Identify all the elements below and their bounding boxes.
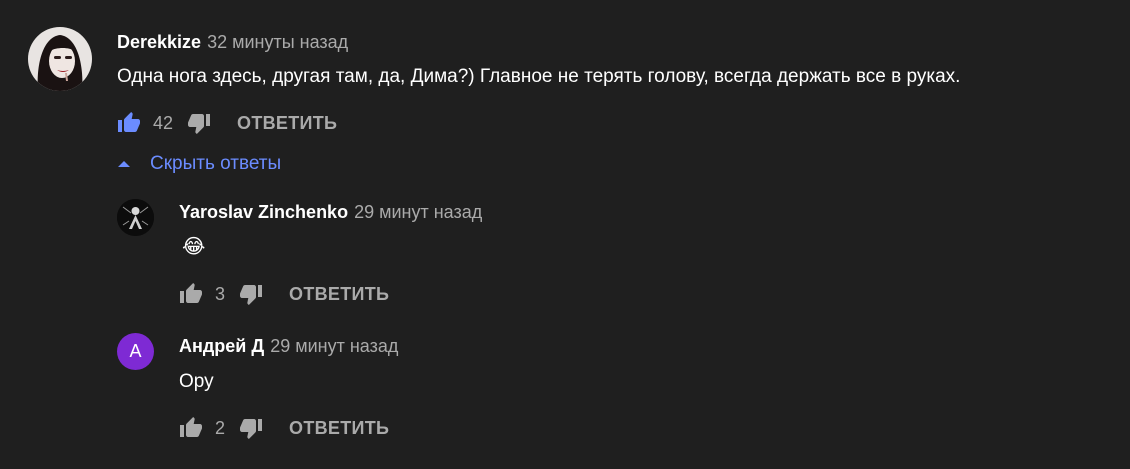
thumbs-down-icon: [240, 419, 263, 439]
like-count: 2: [215, 417, 226, 438]
reply-timestamp[interactable]: 29 минут назад: [270, 336, 398, 356]
comment-timestamp[interactable]: 32 минуты назад: [207, 32, 348, 52]
dislike-button[interactable]: [237, 414, 265, 442]
comments-section: Derekkize 32 минуты назад Одна нога здесь…: [0, 0, 1130, 469]
reply-text: 😂: [182, 236, 206, 258]
reply-button[interactable]: ОТВЕТИТЬ: [289, 418, 389, 439]
reply-button[interactable]: ОТВЕТИТЬ: [289, 284, 389, 305]
reply-text: Ору: [179, 371, 214, 392]
comment-header: Derekkize 32 минуты назад: [117, 31, 348, 53]
author-name[interactable]: Derekkize: [117, 32, 201, 52]
reply-button[interactable]: ОТВЕТИТЬ: [237, 113, 337, 134]
avatar-image-icon: [28, 27, 92, 91]
reply-header: Андрей Д 29 минут назад: [179, 335, 398, 357]
avatar-image-icon: [117, 199, 154, 236]
like-button[interactable]: [115, 109, 143, 137]
like-count: 42: [153, 112, 174, 133]
dislike-button[interactable]: [185, 109, 213, 137]
avatar[interactable]: [28, 27, 92, 91]
thumbs-up-icon: [118, 112, 140, 132]
avatar[interactable]: А: [117, 333, 154, 370]
reply-header: Yaroslav Zinchenko 29 минут назад: [179, 201, 482, 223]
avatar[interactable]: [117, 199, 154, 236]
dislike-button[interactable]: [237, 280, 265, 308]
thumbs-down-icon: [188, 114, 211, 134]
like-count: 3: [215, 283, 226, 304]
comment-actions: 42 ОТВЕТИТЬ: [115, 109, 337, 137]
thumbs-up-icon: [180, 283, 202, 303]
thumbs-down-icon: [240, 285, 263, 305]
reply-actions: 2 ОТВЕТИТЬ: [177, 414, 389, 442]
avatar-letter: А: [129, 341, 142, 361]
triangle-up-icon: [118, 161, 130, 167]
like-button[interactable]: [177, 414, 205, 442]
reply-actions: 3 ОТВЕТИТЬ: [177, 280, 389, 308]
hide-replies-toggle[interactable]: Скрыть ответы: [116, 153, 281, 175]
hide-replies-label: Скрыть ответы: [150, 153, 282, 174]
thumbs-up-icon: [180, 417, 202, 437]
author-name[interactable]: Yaroslav Zinchenko: [179, 202, 348, 222]
reply-timestamp[interactable]: 29 минут назад: [354, 202, 482, 222]
author-name[interactable]: Андрей Д: [179, 336, 264, 356]
like-button[interactable]: [177, 280, 205, 308]
comment-text: Одна нога здесь, другая там, да, Дима?) …: [117, 66, 961, 87]
